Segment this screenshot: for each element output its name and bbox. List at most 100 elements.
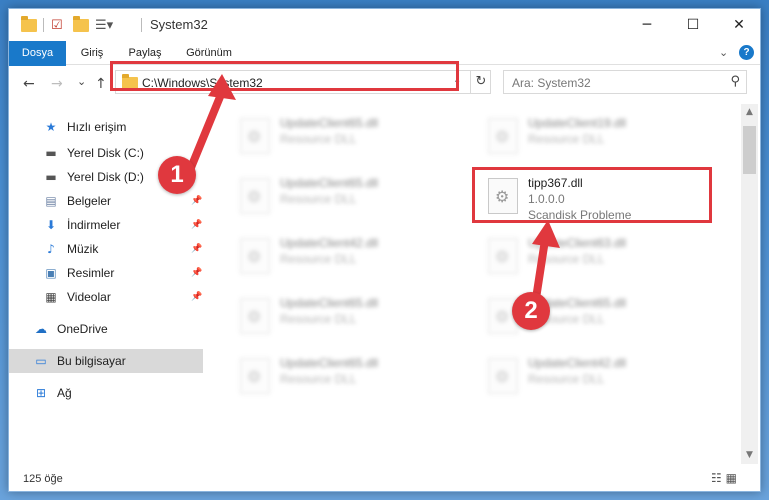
sidebar-item[interactable]: ▭ Bu bilgisayar (9, 349, 203, 373)
sidebar-item-label: Resimler (67, 266, 115, 280)
expand-ribbon-icon[interactable]: ⌄ (719, 46, 728, 59)
dll-file-icon (488, 358, 518, 394)
file-item[interactable]: UpdateClient63.dll Resource DLL (476, 230, 706, 282)
sidebar-item[interactable]: ★ Hızlı erişim (9, 115, 203, 139)
network-icon: ⊞ (35, 386, 47, 400)
close-button[interactable]: ✕ (716, 9, 762, 41)
address-bar[interactable]: C:\Windows\System32 ⌄ ↻ (115, 70, 491, 94)
file-item[interactable]: UpdateClient65.dll Resource DLL (228, 110, 458, 162)
window-title: System32 (150, 17, 208, 32)
dll-file-icon (240, 118, 270, 154)
file-description: Resource DLL (280, 372, 357, 386)
file-item[interactable]: UpdateClient65.dllResource DLL (476, 290, 706, 342)
tab-share[interactable]: Paylaş (119, 41, 171, 65)
dll-file-icon (488, 178, 518, 214)
tab-home[interactable]: Giriş (69, 41, 115, 65)
sidebar-item[interactable]: ♪ Müzik 📌 (9, 237, 203, 261)
sidebar-item-label: Yerel Disk (D:) (67, 170, 144, 184)
file-description: Scandisk Probleme (528, 208, 632, 222)
file-name: UpdateClient65.dll (280, 176, 379, 190)
new-folder-icon[interactable] (73, 15, 89, 33)
callout-badge-2: 2 (512, 292, 550, 330)
sidebar-item-label: Belgeler (67, 194, 112, 208)
refresh-button[interactable]: ↻ (470, 71, 491, 93)
file-description: Resource DLL (280, 312, 357, 326)
file-description: Resource DLL (280, 132, 357, 146)
folder-icon (21, 15, 37, 33)
search-icon: ⚲ (730, 74, 740, 89)
file-description: Resource DLL (280, 192, 357, 206)
forward-button[interactable]: → (51, 76, 63, 92)
scroll-up-icon[interactable]: ▲ (741, 104, 758, 121)
dll-file-icon (488, 238, 518, 274)
recent-locations-button[interactable]: ⌄ (77, 75, 86, 88)
file-description: Resource DLL (528, 252, 605, 266)
file-item[interactable]: UpdateClient42.dll Resource DLL (476, 350, 706, 402)
file-name: UpdateClient65.dll (280, 356, 379, 370)
file-item[interactable]: UpdateClient42.dll Resource DLL (228, 230, 458, 282)
sidebar-item-label: OneDrive (57, 322, 108, 336)
file-item[interactable]: UpdateClient65.dll Resource DLL (228, 350, 458, 402)
cloud-icon: ☁ (35, 322, 47, 336)
file-name: tipp367.dll (528, 176, 583, 190)
computer-icon: ▭ (35, 354, 47, 368)
search-box[interactable]: Ara: System32 ⚲ (503, 70, 747, 94)
scrollbar-thumb[interactable] (743, 126, 756, 174)
back-button[interactable]: ← (23, 76, 35, 92)
dll-file-icon (240, 238, 270, 274)
properties-icon[interactable]: ☑ (51, 17, 63, 33)
item-count: 125 öğe (23, 473, 63, 485)
file-item[interactable]: UpdateClient65.dllResource DLL (228, 290, 458, 342)
scroll-down-icon[interactable]: ▼ (741, 447, 758, 464)
pictures-icon: ▣ (45, 266, 57, 280)
file-name: UpdateClient63.dll (528, 236, 627, 250)
sidebar-item[interactable]: ☁ OneDrive (9, 317, 203, 341)
pin-icon[interactable]: 📌 (191, 196, 202, 206)
file-item[interactable]: UpdateClient65.dll Resource DLL (228, 170, 458, 222)
sidebar-item-label: Yerel Disk (C:) (67, 146, 144, 160)
help-button[interactable]: ? (739, 45, 754, 60)
chevron-down-icon[interactable]: ⌄ (453, 75, 461, 86)
dll-file-icon (240, 178, 270, 214)
customize-toolbar-icon[interactable]: ☰▾ (95, 17, 113, 33)
file-name: UpdateClient65.dll (280, 116, 379, 130)
star-icon: ★ (45, 120, 57, 134)
sidebar-item[interactable]: ⬇ İndirmeler 📌 (9, 213, 203, 237)
file-list: UpdateClient65.dllResource DLLUpdateClie… (214, 104, 741, 464)
file-item-tipp367[interactable]: tipp367.dll 1.0.0.0 Scandisk Probleme (476, 170, 706, 222)
tab-view[interactable]: Görünüm (177, 41, 241, 65)
minimize-button[interactable]: ─ (624, 9, 670, 41)
file-description: Resource DLL (528, 132, 605, 146)
music-icon: ♪ (47, 242, 55, 256)
view-toggle-icons[interactable]: ☷ ▦ (711, 471, 737, 485)
file-name: UpdateClient42.dll (528, 356, 627, 370)
dll-file-icon (240, 358, 270, 394)
file-version: 1.0.0.0 (528, 192, 565, 206)
maximize-button[interactable]: ☐ (670, 9, 716, 41)
pin-icon[interactable]: 📌 (191, 292, 202, 302)
up-button[interactable]: ↑ (95, 76, 107, 92)
explorer-window: ☑ ☰▾ System32 ─ ☐ ✕ Dosya Giriş Paylaş G… (8, 8, 761, 492)
sidebar-item-label: Videolar (67, 290, 111, 304)
sidebar-item[interactable]: ▣ Resimler 📌 (9, 261, 203, 285)
sidebar-item[interactable]: ▦ Videolar 📌 (9, 285, 203, 309)
pin-icon[interactable]: 📌 (191, 244, 202, 254)
ribbon: Dosya Giriş Paylaş Görünüm ⌄ ? (9, 41, 760, 93)
sidebar-item-label: Müzik (67, 242, 99, 256)
documents-icon: ▤ (45, 194, 57, 208)
title-bar: ☑ ☰▾ System32 ─ ☐ ✕ (9, 9, 760, 41)
sidebar-item[interactable]: ⊞ Ağ (9, 381, 203, 405)
folder-icon (122, 74, 138, 90)
file-item[interactable]: UpdateClient19.dll Resource DLL (476, 110, 706, 162)
drive-icon: ▬ (45, 170, 57, 184)
vertical-scrollbar[interactable]: ▲ ▼ (741, 104, 758, 464)
address-path[interactable]: C:\Windows\System32 (142, 76, 263, 90)
dll-file-icon (488, 118, 518, 154)
file-name: UpdateClient19.dll (528, 116, 627, 130)
navigation-bar: ← → ⌄ ↑ C:\Windows\System32 ⌄ ↻ Ara: Sys… (9, 66, 760, 102)
dll-file-icon (240, 298, 270, 334)
pin-icon[interactable]: 📌 (191, 220, 202, 230)
video-icon: ▦ (45, 290, 57, 304)
search-input[interactable]: Ara: System32 (512, 76, 591, 90)
pin-icon[interactable]: 📌 (191, 268, 202, 278)
